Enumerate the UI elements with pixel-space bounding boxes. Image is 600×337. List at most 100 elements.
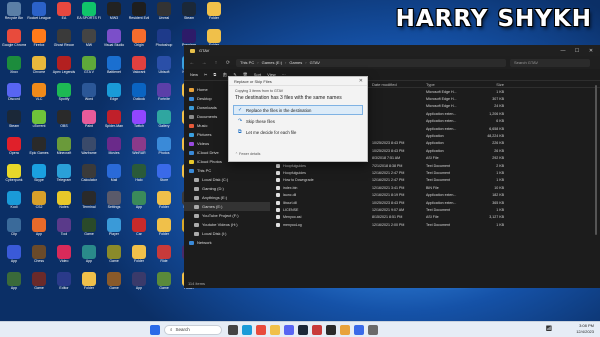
- sidebar-item[interactable]: Local Disk (C:): [184, 175, 270, 184]
- sidebar-item[interactable]: This PC: [184, 166, 270, 175]
- breadcrumb-item[interactable]: GTAV: [310, 60, 320, 65]
- refresh-icon[interactable]: ⟳: [224, 60, 232, 66]
- explorer-icon[interactable]: [270, 324, 280, 335]
- desktop-icon[interactable]: Recycle Bin: [2, 2, 26, 29]
- settings-icon[interactable]: [368, 324, 378, 335]
- desktop-icon[interactable]: Ubisoft: [152, 56, 176, 83]
- desktop-icon[interactable]: EA SPORTS FC: [77, 2, 101, 29]
- desktop-icon[interactable]: Store: [152, 164, 176, 191]
- desktop-icon[interactable]: Halo: [127, 164, 151, 191]
- desktop-icon[interactable]: Visual Studio: [102, 29, 126, 56]
- desktop-icon[interactable]: Opera: [2, 137, 26, 164]
- desktop-icon[interactable]: Folder: [77, 272, 101, 299]
- desktop-icon[interactable]: Editor: [52, 272, 76, 299]
- desktop-icon[interactable]: Google Chrome: [2, 29, 26, 56]
- desktop-icon[interactable]: Outlook: [127, 83, 151, 110]
- desktop-icon[interactable]: uTorrent: [27, 110, 51, 137]
- desktop-icon[interactable]: App: [77, 245, 101, 272]
- desktop-icon[interactable]: App: [2, 245, 26, 272]
- column-header-size[interactable]: Size: [474, 82, 504, 87]
- desktop-icon[interactable]: Spotify: [52, 83, 76, 110]
- table-row[interactable]: How to Downgrade 12/16/2021 2:47 PM Text D…: [272, 177, 600, 184]
- desktop-icon[interactable]: Game: [27, 272, 51, 299]
- desktop-icon[interactable]: CS2: [27, 191, 51, 218]
- desktop-icon[interactable]: App: [127, 191, 151, 218]
- up-arrow-icon[interactable]: ↑: [212, 60, 220, 66]
- desktop-icon[interactable]: Valorant: [127, 56, 151, 83]
- desktop-icon[interactable]: Fortnite: [152, 83, 176, 110]
- copy-icon[interactable]: ⧉: [213, 72, 216, 77]
- desktop-icon[interactable]: Game: [77, 218, 101, 245]
- maximize-button[interactable]: ☐: [570, 45, 584, 56]
- vertical-scrollbar[interactable]: [595, 85, 597, 235]
- desktop-icon[interactable]: Discord: [2, 83, 26, 110]
- desktop-icon[interactable]: App: [2, 272, 26, 299]
- desktop-icon[interactable]: Tool: [52, 218, 76, 245]
- desktop-icon[interactable]: Twitch: [127, 110, 151, 137]
- desktop-icon[interactable]: Notes: [52, 191, 76, 218]
- desktop-icon[interactable]: Clip: [2, 218, 26, 245]
- sidebar-item[interactable]: Gaming (D:): [184, 184, 270, 193]
- sidebar-item[interactable]: Network: [184, 238, 270, 247]
- desktop-icon[interactable]: Unreal: [152, 2, 176, 29]
- desktop-icon[interactable]: OBS: [52, 110, 76, 137]
- taskbar-search-input[interactable]: ⌕ Search: [164, 324, 222, 335]
- fewer-details-toggle[interactable]: ⌃ Fewer details: [235, 152, 260, 156]
- desktop-icon[interactable]: Battlenet: [102, 56, 126, 83]
- desktop-icon[interactable]: Word: [77, 83, 101, 110]
- desktop-icon[interactable]: Game: [102, 272, 126, 299]
- desktop-icon[interactable]: App: [27, 218, 51, 245]
- desktop-icon[interactable]: EA: [52, 2, 76, 29]
- system-clock[interactable]: 3:08 PM 12/4/2023: [576, 323, 594, 335]
- desktop-icon[interactable]: Xbox: [2, 56, 26, 83]
- desktop-icon[interactable]: MW: [77, 29, 101, 56]
- table-row[interactable]: Hoopfulguides 7/21/2018 8:38 PM Text Docum…: [272, 162, 600, 169]
- desktop-icon[interactable]: GTA V: [77, 56, 101, 83]
- sidebar-item[interactable]: YouTube Project (F:): [184, 211, 270, 220]
- sidebar-item[interactable]: Games (E:): [184, 202, 270, 211]
- sidebar-item[interactable]: Youtube Videos (H:): [184, 220, 270, 229]
- chrome-icon[interactable]: [256, 324, 266, 335]
- desktop-icon[interactable]: Apex Legends: [52, 56, 76, 83]
- desktop-icon[interactable]: Steam: [2, 110, 26, 137]
- edge-icon[interactable]: [242, 324, 252, 335]
- desktop-icon[interactable]: Calculator: [77, 164, 101, 191]
- table-row[interactable]: launc.dll 12/16/2021 8:19 PM Application e…: [272, 191, 600, 198]
- desktop-icon[interactable]: Paint: [77, 110, 101, 137]
- column-header-type[interactable]: Type: [426, 82, 474, 87]
- table-row[interactable]: LICENSE 12/16/2021 9:07 AM Text Document 1 …: [272, 206, 600, 213]
- desktop-icon[interactable]: WinRAR: [127, 137, 151, 164]
- close-button[interactable]: ✕: [584, 45, 598, 56]
- wifi-icon[interactable]: 📶︎: [546, 326, 552, 332]
- breadcrumb-item[interactable]: Games: [289, 60, 302, 65]
- desktop-icon[interactable]: Resident Evil: [127, 2, 151, 29]
- desktop-icon[interactable]: Ghost Recon: [52, 29, 76, 56]
- close-icon[interactable]: ✕: [359, 78, 363, 84]
- search-input[interactable]: Search GTAV: [510, 58, 590, 67]
- desktop-icon[interactable]: Game: [102, 245, 126, 272]
- desktop-icon[interactable]: Folder: [152, 218, 176, 245]
- address-bar[interactable]: This PC › Games (E:) › Games › GTAV: [236, 58, 506, 67]
- desktop-icon[interactable]: Folder: [152, 191, 176, 218]
- new-button[interactable]: New: [190, 72, 198, 77]
- desktop-icon[interactable]: Settings: [102, 191, 126, 218]
- table-row[interactable]: menyooLog 12/16/2021 2:00 PM Text Document…: [272, 221, 600, 228]
- desktop-icon[interactable]: Skype: [27, 164, 51, 191]
- desktop-icon[interactable]: Telegram: [52, 164, 76, 191]
- desktop-icon[interactable]: Folder: [127, 245, 151, 272]
- desktop-icon[interactable]: Player: [102, 218, 126, 245]
- sidebar-item[interactable]: Anythings (E:): [184, 193, 270, 202]
- desktop-icon[interactable]: Photos: [152, 137, 176, 164]
- desktop-icon[interactable]: Photoshop: [152, 29, 176, 56]
- desktop-icon[interactable]: Firefox: [27, 29, 51, 56]
- table-row[interactable]: Hoopfulguides 12/16/2021 2:47 PM Text Docu…: [272, 169, 600, 176]
- start-icon[interactable]: [150, 324, 160, 335]
- desktop-icon[interactable]: Movies: [102, 137, 126, 164]
- back-arrow-icon[interactable]: ←: [188, 60, 196, 66]
- desktop-icon[interactable]: Origin: [127, 29, 151, 56]
- store-icon[interactable]: [354, 324, 364, 335]
- desktop-icon[interactable]: Chrome: [27, 56, 51, 83]
- steam-icon[interactable]: [298, 324, 308, 335]
- desktop-icon[interactable]: Warframe: [77, 137, 101, 164]
- forward-arrow-icon[interactable]: →: [200, 60, 208, 66]
